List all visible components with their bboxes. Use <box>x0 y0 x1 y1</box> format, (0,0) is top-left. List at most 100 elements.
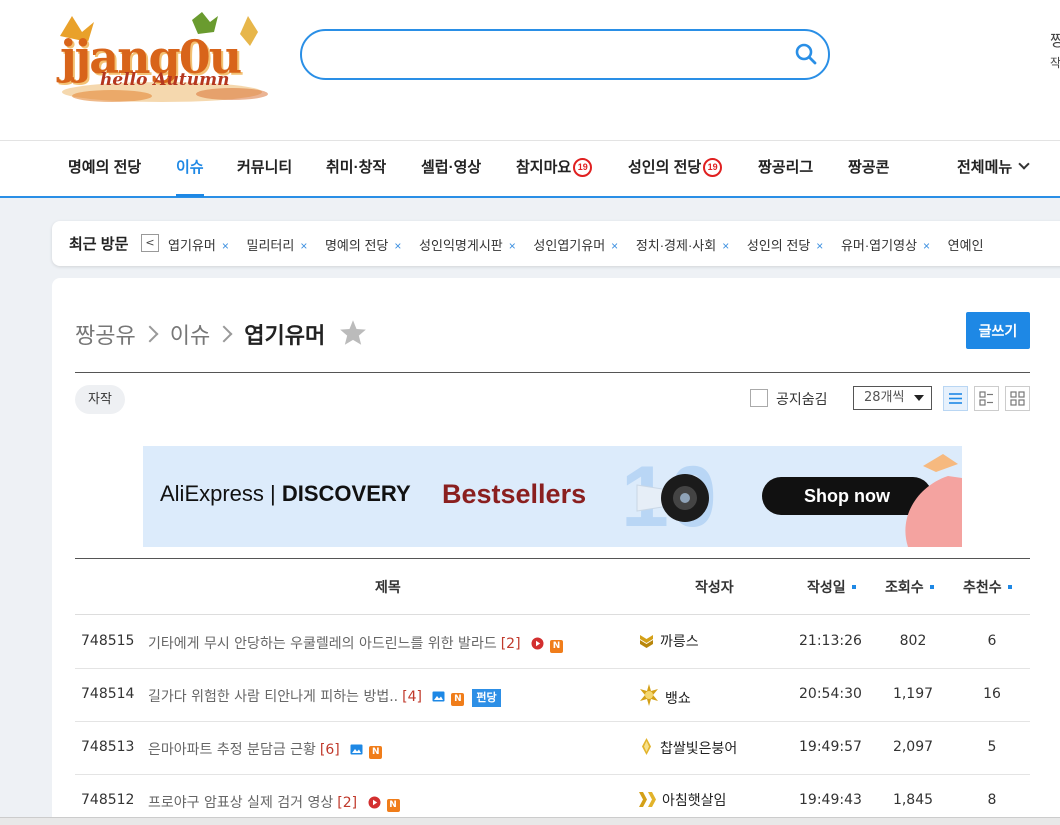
video-icon <box>531 637 544 650</box>
search-box <box>300 29 830 80</box>
recent-item[interactable]: 밀리터리 × <box>246 235 307 254</box>
close-icon[interactable]: × <box>722 239 729 253</box>
hot-badge: 펀당 <box>472 689 501 707</box>
adult-19-badge: 19 <box>573 158 593 177</box>
tag-filter-chip[interactable]: 자작 <box>75 385 125 414</box>
grid-view-icon <box>1010 391 1025 406</box>
breadcrumb-section[interactable]: 이슈 <box>170 323 210 348</box>
post-views: 1,197 <box>892 686 934 702</box>
close-icon[interactable]: × <box>923 239 930 253</box>
close-icon[interactable]: × <box>394 239 401 253</box>
comment-count: [4] <box>402 689 422 705</box>
recent-item-label: 명예의 전당 <box>324 238 389 253</box>
col-header-title: 제목 <box>375 579 401 595</box>
view-list-button[interactable] <box>943 386 968 411</box>
post-time: 20:54:30 <box>799 686 862 702</box>
post-views: 802 <box>899 633 927 649</box>
nav-hobby[interactable]: 취미·창작 <box>326 141 386 197</box>
col-header-date[interactable]: 작성일 <box>807 577 856 597</box>
recent-item[interactable]: 성인엽기유머 × <box>533 235 618 254</box>
nav-chamjimayo[interactable]: 참지마요 19 <box>516 141 593 197</box>
nav-label: 참지마요 <box>516 159 572 176</box>
close-icon[interactable]: × <box>222 239 229 253</box>
post-author[interactable]: 찹쌀빛은붕어 <box>638 737 737 758</box>
table-row[interactable]: 748515 기타에게 무시 안당하는 우쿨렐레의 아드린느를 위한 발라드 [2… <box>75 616 1030 669</box>
site-logo[interactable]: jjang0u hello Autumn <box>52 12 276 104</box>
table-row[interactable]: 748513 은마아파트 추정 분담금 근황 [6] N 찹쌀빛은붕어 19:49… <box>75 722 1030 775</box>
search-input[interactable] <box>324 43 784 67</box>
nav-adult-hall[interactable]: 성인의 전당 19 <box>628 141 723 197</box>
breadcrumb-root[interactable]: 짱공유 <box>75 323 136 348</box>
post-recommend: 8 <box>987 792 997 808</box>
nav-league[interactable]: 짱공리그 <box>758 141 813 197</box>
col-header-views[interactable]: 조회수 <box>885 577 934 597</box>
col-header-date-label: 작성일 <box>807 579 846 595</box>
nav-all-menu[interactable]: 전체메뉴 <box>957 141 1030 197</box>
nav-con[interactable]: 짱공콘 <box>848 141 889 197</box>
post-recommend: 5 <box>987 739 997 755</box>
post-views: 1,845 <box>892 792 934 808</box>
video-icon <box>368 796 381 809</box>
view-grid-button[interactable] <box>1005 386 1030 411</box>
user-menu-line2: 작 <box>1050 56 1060 70</box>
write-post-button[interactable]: 글쓰기 <box>966 312 1030 349</box>
gold-chevron-level-icon <box>640 635 653 648</box>
col-header-recommend[interactable]: 추천수 <box>963 577 1012 597</box>
nav-label: 명예의 전당 <box>68 159 142 176</box>
recent-item[interactable]: 성인익명게시판 × <box>419 235 516 254</box>
user-menu-cutoff[interactable]: 짱 작 <box>1050 30 1060 74</box>
post-title-link[interactable]: 은마아파트 추정 분담금 근황 [6] N <box>148 739 383 759</box>
board-card: 짱공유 이슈 엽기유머 글쓰기 자작 공지숨김 28개씩 AliExpress … <box>52 278 1060 825</box>
ad-banner[interactable]: AliExpress | DISCOVERY Bestsellers 10 Sh… <box>143 446 962 547</box>
recent-item[interactable]: 성인의 전당 × <box>747 235 823 254</box>
per-page-select[interactable]: 28개씩 <box>853 386 932 410</box>
favorite-star-icon[interactable] <box>339 319 367 346</box>
author-name: 까릉스 <box>660 634 699 650</box>
post-title-link[interactable]: 프로야구 암표상 실제 검거 영상 [2] N <box>148 792 400 812</box>
user-menu-line1: 짱 <box>1050 31 1060 50</box>
search-icon <box>795 43 817 64</box>
table-row[interactable]: 748514 길가다 위험한 사람 티안나게 피하는 방법.. [4] N 펀당 뱅… <box>75 669 1030 722</box>
hide-notice-checkbox[interactable] <box>750 389 768 407</box>
recent-item[interactable]: 명예의 전당 × <box>325 235 401 254</box>
breadcrumb-current: 엽기유머 <box>244 323 326 348</box>
hide-notice-label[interactable]: 공지숨김 <box>776 389 828 409</box>
thumbnail-list-icon <box>979 391 993 406</box>
close-icon[interactable]: × <box>611 239 618 253</box>
post-author[interactable]: 아침햇살임 <box>638 790 726 810</box>
divider <box>75 558 1030 559</box>
image-icon <box>432 691 445 702</box>
view-thumb-list-button[interactable] <box>974 386 999 411</box>
post-title-link[interactable]: 기타에게 무시 안당하는 우쿨렐레의 아드린느를 위한 발라드 [2] N <box>148 633 563 653</box>
recent-item[interactable]: 엽기유머 × <box>168 235 229 254</box>
recent-item[interactable]: 연예인 <box>948 235 984 254</box>
nav-issue[interactable]: 이슈 <box>176 141 204 197</box>
new-badge-icon: N <box>386 799 400 812</box>
post-views: 2,097 <box>892 739 934 755</box>
post-author[interactable]: 뱅쇼 <box>638 684 691 708</box>
close-icon[interactable]: × <box>509 239 516 253</box>
search-button[interactable] <box>792 41 820 69</box>
nav-hall-of-fame[interactable]: 명예의 전당 <box>68 141 141 197</box>
horizontal-scrollbar[interactable] <box>0 817 1060 825</box>
close-icon[interactable]: × <box>300 239 307 253</box>
recent-visits-title: 최근 방문 <box>69 236 129 253</box>
new-badge-icon: N <box>369 746 383 759</box>
nav-community[interactable]: 커뮤니티 <box>237 141 292 197</box>
recent-visits-list: 엽기유머 × 밀리터리 × 명예의 전당 × 성인익명게시판 × 성인엽기유머 × 정치·… <box>168 235 998 254</box>
ad-brand: AliExpress | DISCOVERY <box>160 481 411 506</box>
recent-item[interactable]: 유머·엽기영상 × <box>841 235 930 254</box>
post-author[interactable]: 까릉스 <box>638 631 699 651</box>
gold-drop-level-icon <box>642 738 651 755</box>
recent-prev-button[interactable]: < <box>141 234 159 252</box>
recent-item[interactable]: 정치·경제·사회 × <box>636 235 729 254</box>
post-title-link[interactable]: 길가다 위험한 사람 티안나게 피하는 방법.. [4] N 펀당 <box>148 686 501 707</box>
post-title: 은마아파트 추정 분담금 근황 <box>148 742 316 758</box>
recent-item-label: 유머·엽기영상 <box>840 238 918 253</box>
post-title: 기타에게 무시 안당하는 우쿨렐레의 아드린느를 위한 발라드 <box>148 636 497 652</box>
post-recommend: 6 <box>987 633 997 649</box>
close-icon[interactable]: × <box>816 239 823 253</box>
author-name: 아침햇살임 <box>662 793 727 809</box>
post-title: 프로야구 암표상 실제 검거 영상 <box>148 795 334 811</box>
nav-celeb-video[interactable]: 셀럽·영상 <box>421 141 481 197</box>
